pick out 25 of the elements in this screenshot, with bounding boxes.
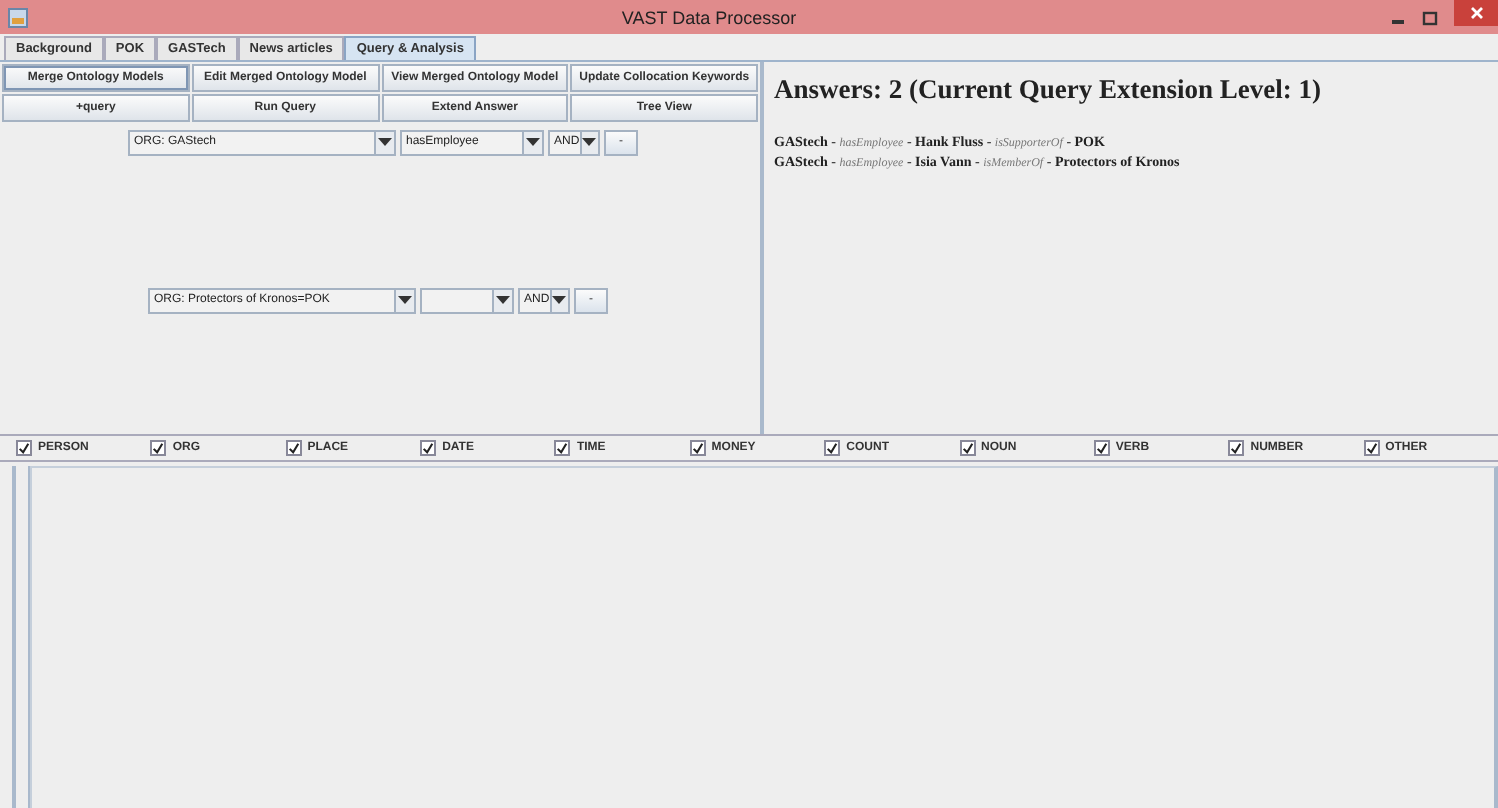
window-title: VAST Data Processor [619, 7, 799, 27]
caret-icon [398, 296, 412, 304]
checkbox[interactable] [689, 440, 706, 456]
checkbox[interactable] [16, 440, 32, 456]
caret-icon [378, 138, 392, 146]
caret-icon [526, 138, 540, 146]
checkbox[interactable] [959, 440, 976, 456]
checkbox[interactable] [285, 440, 302, 456]
checkbox[interactable] [554, 440, 571, 456]
checkbox[interactable] [824, 440, 841, 456]
close-icon [1469, 6, 1483, 20]
checkbox[interactable] [420, 440, 437, 456]
checkbox[interactable] [150, 440, 167, 456]
caret-icon [552, 296, 567, 304]
splitter-handle[interactable] [12, 466, 30, 808]
relation-dropdown[interactable] [420, 287, 514, 313]
caret-icon [496, 296, 510, 304]
checkbox[interactable] [1228, 440, 1245, 456]
maximize-icon[interactable] [1422, 9, 1438, 25]
checkbox[interactable] [1093, 440, 1110, 456]
answers-heading: Answers: 2 (Current Query Extension Level: 1) [774, 74, 1323, 106]
app-icon [8, 7, 28, 27]
checkbox[interactable] [1363, 440, 1380, 456]
close-button[interactable] [1454, 0, 1498, 26]
caret-icon [582, 138, 597, 146]
